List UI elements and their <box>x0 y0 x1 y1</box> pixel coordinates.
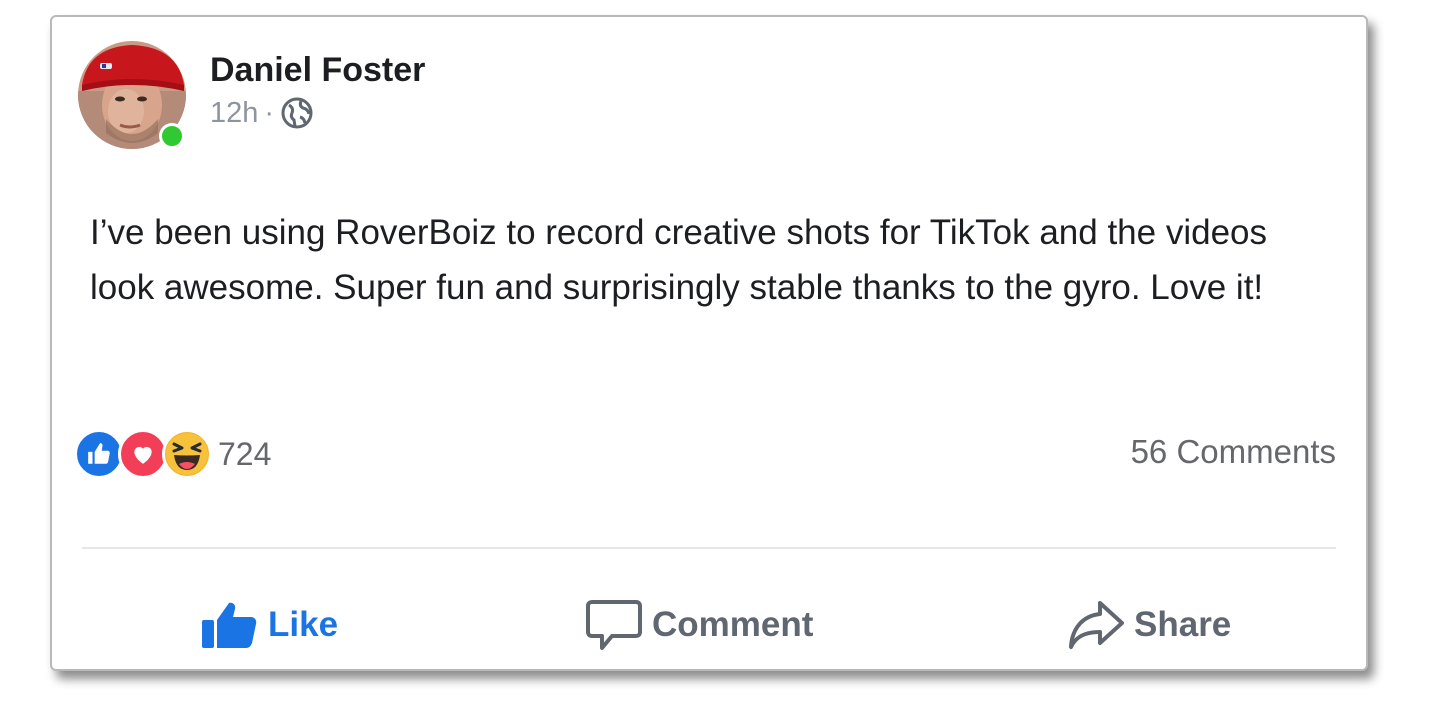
reactions-summary[interactable]: 724 <box>74 427 271 481</box>
post-meta: 12h · <box>210 95 314 131</box>
share-icon <box>1068 599 1124 651</box>
comment-button[interactable]: Comment <box>586 595 813 655</box>
meta-separator: · <box>264 96 275 129</box>
author-name[interactable]: Daniel Foster <box>210 51 425 90</box>
post-timestamp[interactable]: 12h <box>210 97 258 130</box>
like-icon <box>74 429 124 479</box>
divider <box>82 547 1336 549</box>
online-status-indicator <box>159 123 185 149</box>
post-text: I’ve been using RoverBoiz to record crea… <box>90 213 1267 307</box>
like-button[interactable]: Like <box>200 595 338 655</box>
comment-icon <box>586 598 642 652</box>
share-label: Share <box>1134 605 1232 644</box>
comments-count[interactable]: 56 Comments <box>1131 433 1336 471</box>
haha-icon <box>162 429 212 479</box>
thumbs-up-icon <box>200 600 258 650</box>
comment-label: Comment <box>652 605 814 644</box>
globe-icon[interactable] <box>280 96 314 130</box>
reaction-count[interactable]: 724 <box>218 436 271 473</box>
post-card: Daniel Foster 12h · I’ve been using Rove… <box>50 15 1368 671</box>
love-icon <box>118 429 168 479</box>
share-button[interactable]: Share <box>1068 595 1231 655</box>
like-label: Like <box>268 605 339 644</box>
